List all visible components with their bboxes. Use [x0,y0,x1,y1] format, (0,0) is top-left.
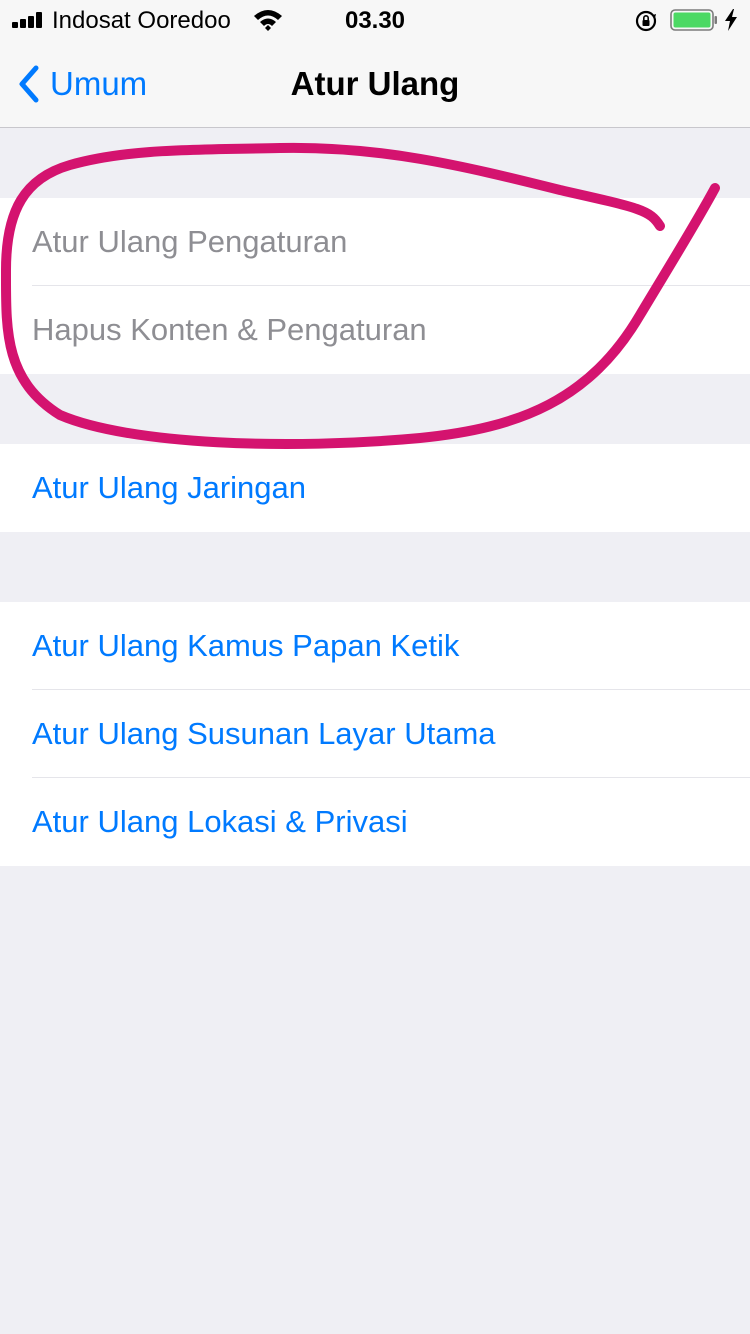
navigation-bar: Umum Atur Ulang [0,40,750,128]
status-bar: Indosat Ooredoo 03.30 [0,0,750,40]
carrier-name: Indosat Ooredoo [52,7,231,34]
group-other-resets: Atur Ulang Kamus Papan Ketik Atur Ulang … [0,602,750,866]
group-reset-settings: Atur Ulang Pengaturan Hapus Konten & Pen… [0,198,750,374]
list-item-reset-network[interactable]: Atur Ulang Jaringan [0,444,750,532]
chevron-left-icon [19,65,39,103]
charging-icon [725,9,737,31]
signal-icon [12,12,48,28]
rotation-lock-icon [635,10,657,32]
group-network: Atur Ulang Jaringan [0,444,750,532]
list-item-reset-keyboard-dictionary[interactable]: Atur Ulang Kamus Papan Ketik [0,602,750,690]
list-item-erase-content-settings: Hapus Konten & Pengaturan [32,312,427,347]
battery-icon [670,9,717,31]
wifi-icon [254,10,282,31]
back-button[interactable]: Umum [14,62,147,106]
list-item-reset-home-layout[interactable]: Atur Ulang Susunan Layar Utama [0,690,750,778]
back-label: Umum [50,65,148,102]
list-item-reset-settings: Atur Ulang Pengaturan [0,198,750,286]
list-item-reset-location-privacy[interactable]: Atur Ulang Lokasi & Privasi [0,778,750,866]
